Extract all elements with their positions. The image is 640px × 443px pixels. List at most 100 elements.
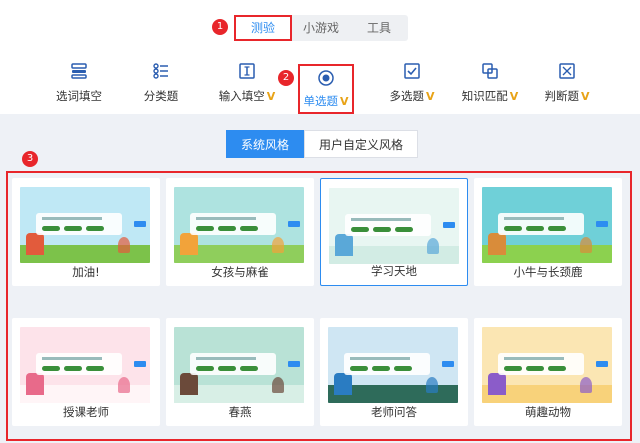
thumbnail-option (548, 366, 566, 371)
thumbnail-illustration (335, 234, 353, 256)
qtype-label: 输入填空 V (218, 89, 276, 103)
thumbnail-option (86, 226, 104, 231)
qtype-knowledge-match[interactable]: 知识匹配 V (460, 62, 520, 110)
thumbnail-question-line (42, 217, 102, 220)
template-name: 加油! (72, 265, 100, 279)
thumbnail-option (526, 226, 544, 231)
thumbnail-option (218, 366, 236, 371)
thumbnail-option (504, 226, 522, 231)
thumbnail-submit-button (288, 221, 300, 227)
thumbnail-illustration (118, 377, 130, 393)
thumbnail-option (196, 226, 214, 231)
template-card[interactable]: 女孩与麻雀 (166, 178, 314, 286)
vip-badge: V (266, 90, 276, 103)
thumbnail-illustration (180, 233, 198, 255)
template-card[interactable]: 授课老师 (12, 318, 160, 426)
vip-badge: V (580, 90, 590, 103)
thumbnail-submit-button (134, 361, 146, 367)
thumbnail-illustration (272, 377, 284, 393)
qtype-single-choice[interactable]: 单选题 V (298, 64, 354, 114)
thumbnail-option (394, 366, 412, 371)
thumbnail-question-line (504, 357, 564, 360)
template-name: 小牛与长颈鹿 (513, 265, 583, 279)
thumbnail-option (240, 226, 258, 231)
template-area: 系统风格 用户自定义风格 3 加油! 女孩与麻雀 学习天地 小牛与长颈鹿授课老师 春燕 老… (0, 114, 640, 443)
thumbnail-option (240, 366, 258, 371)
thumbnail-illustration (118, 237, 130, 253)
qtype-label: 知识匹配 V (461, 89, 519, 103)
thumbnail-illustration (180, 373, 198, 395)
list-sort-icon (153, 63, 168, 79)
thumbnail-option (64, 226, 82, 231)
template-name: 女孩与麻雀 (211, 265, 269, 279)
template-card[interactable]: 学习天地 (320, 178, 468, 286)
thumbnail-option (351, 227, 369, 232)
tab-tools[interactable]: 工具 (350, 15, 408, 41)
thumbnail-illustration (580, 237, 592, 253)
text-input-icon (239, 63, 255, 79)
radio-icon (318, 70, 334, 86)
qtype-classify[interactable]: 分类题 (142, 62, 180, 110)
template-thumbnail (482, 187, 612, 263)
thumbnail-question-line (351, 218, 411, 221)
thumbnail-illustration (26, 373, 44, 395)
style-tabs: 系统风格 用户自定义风格 (226, 130, 419, 158)
template-name: 授课老师 (63, 405, 109, 419)
thumbnail-option (504, 366, 522, 371)
thumbnail-submit-button (596, 221, 608, 227)
template-card[interactable]: 加油! (12, 178, 160, 286)
thumbnail-illustration (488, 373, 506, 395)
template-thumbnail (329, 188, 459, 264)
thumbnail-submit-button (443, 222, 455, 228)
thumbnail-option (373, 227, 391, 232)
true-false-icon (559, 63, 575, 79)
qtype-label: 选词填空 (56, 89, 102, 103)
tab-custom-style[interactable]: 用户自定义风格 (304, 130, 419, 158)
template-card[interactable]: 春燕 (166, 318, 314, 426)
qtype-label: 判断题 V (544, 89, 590, 103)
vip-badge: V (339, 95, 349, 108)
template-thumbnail (328, 327, 458, 403)
qtype-label: 单选题 V (303, 94, 349, 108)
thumbnail-option (42, 366, 60, 371)
thumbnail-option (218, 226, 236, 231)
thumbnail-question-line (504, 217, 564, 220)
callout-badge-2: 2 (278, 70, 294, 86)
qtype-label: 多选题 V (389, 89, 435, 103)
template-card[interactable]: 萌趣动物 (474, 318, 622, 426)
thumbnail-illustration (488, 233, 506, 255)
thumbnail-option (196, 366, 214, 371)
qtype-multi-choice[interactable]: 多选题 V (384, 62, 440, 110)
thumbnail-illustration (272, 237, 284, 253)
thumbnail-option (64, 366, 82, 371)
thumbnail-option (350, 366, 368, 371)
thumbnail-option (395, 227, 413, 232)
qtype-input-fill[interactable]: 输入填空 V (218, 62, 276, 110)
thumbnail-option (526, 366, 544, 371)
thumbnail-option (548, 226, 566, 231)
template-card[interactable]: 小牛与长颈鹿 (474, 178, 622, 286)
thumbnail-option (372, 366, 390, 371)
qtype-fill-choice[interactable]: 选词填空 (56, 62, 102, 110)
thumbnail-illustration (580, 377, 592, 393)
qtype-true-false[interactable]: 判断题 V (540, 62, 594, 110)
tab-mini-game[interactable]: 小游戏 (292, 15, 350, 41)
vip-badge: V (509, 90, 519, 103)
template-thumbnail (20, 327, 150, 403)
callout-badge-1: 1 (212, 19, 228, 35)
thumbnail-illustration (26, 233, 44, 255)
checkbox-icon (404, 63, 420, 79)
template-name: 老师问答 (371, 405, 417, 419)
tab-quiz[interactable]: 测验 (234, 15, 292, 41)
template-card[interactable]: 老师问答 (320, 318, 468, 426)
tab-system-style[interactable]: 系统风格 (226, 130, 305, 158)
thumbnail-illustration (426, 377, 438, 393)
template-name: 学习天地 (371, 264, 417, 278)
callout-badge-3: 3 (22, 151, 38, 167)
thumbnail-submit-button (596, 361, 608, 367)
top-bar: 测验 小游戏 工具 1 (0, 0, 640, 52)
thumbnail-illustration (334, 373, 352, 395)
template-name: 春燕 (228, 405, 252, 419)
thumbnail-illustration (427, 238, 439, 254)
thumbnail-option (86, 366, 104, 371)
